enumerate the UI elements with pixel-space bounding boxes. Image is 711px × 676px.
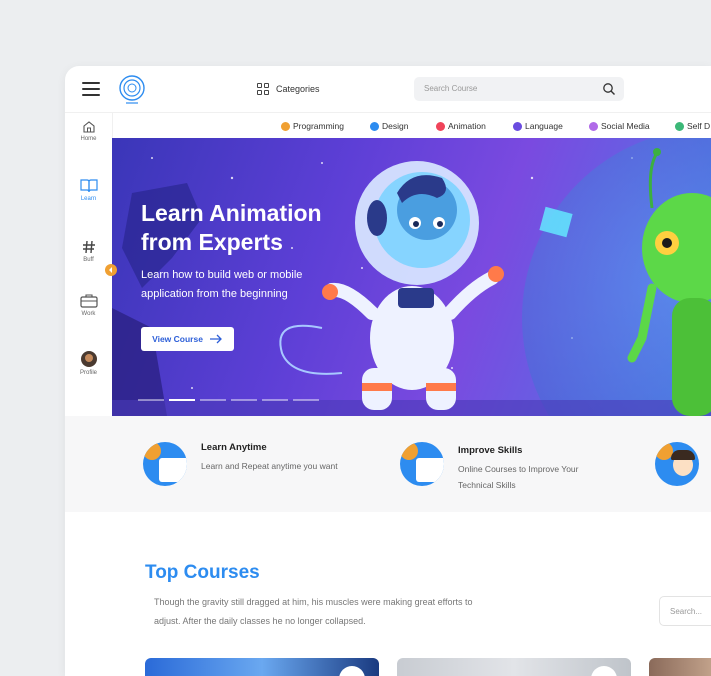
search-placeholder: Search Course (424, 84, 478, 93)
hero-title: Learn Animation from Experts (141, 200, 322, 255)
logo[interactable] (117, 74, 147, 106)
category-label: Design (382, 121, 409, 131)
category-label: Self D (687, 121, 711, 131)
bookmark-icon[interactable] (591, 666, 617, 676)
categories-label: Categories (276, 84, 320, 94)
view-course-label: View Course (152, 334, 203, 344)
hash-icon (82, 240, 95, 254)
language-icon (513, 121, 522, 131)
carousel-indicators (138, 399, 319, 401)
search-input[interactable]: Search Course (414, 77, 624, 101)
top-header: Categories Search Course (65, 66, 711, 112)
features-strip: Learn Anytime Learn and Repeat anytime y… (65, 416, 711, 512)
dollar-icon (675, 121, 684, 131)
feature-desc: Learn and Repeat anytime you want (201, 461, 338, 471)
categories-button[interactable]: Categories (257, 81, 320, 97)
grid-icon (257, 83, 269, 95)
category-label: Language (525, 121, 563, 131)
category-language[interactable]: Language (513, 121, 563, 131)
view-course-button[interactable]: View Course (141, 327, 234, 351)
app-window: Categories Search Course Programming Des… (65, 66, 711, 676)
feature-title: Improve Skills (458, 445, 523, 456)
animation-icon (436, 121, 445, 131)
sidebar-item-label: Profile (79, 370, 97, 376)
carousel-dot[interactable] (200, 399, 226, 401)
sidebar: Home Learn Buff Work Profile (65, 112, 113, 416)
code-icon (281, 121, 290, 131)
sidebar-item-label: Learn (80, 196, 97, 202)
sidebar-item-home[interactable]: Home (65, 120, 112, 142)
category-label: Social Media (601, 121, 650, 131)
category-label: Programming (293, 121, 345, 131)
course-card[interactable] (649, 658, 711, 676)
avatar (80, 351, 97, 367)
social-media-icon (589, 121, 598, 131)
sidebar-item-label: Buff (83, 257, 94, 263)
carousel-dot[interactable] (293, 399, 319, 401)
category-programming[interactable]: Programming (281, 121, 344, 131)
feature-desc: Online Courses to Improve Your Technical… (458, 464, 579, 490)
sidebar-item-buff[interactable]: Buff (65, 239, 112, 263)
star-icon (655, 442, 699, 486)
collapse-sidebar-button[interactable] (105, 264, 117, 276)
book-icon (79, 179, 98, 193)
bookmark-icon[interactable] (339, 666, 365, 676)
top-courses-description: Though the gravity still dragged at him,… (154, 597, 473, 626)
carousel-dot[interactable] (138, 399, 164, 401)
category-label: Animation (448, 121, 486, 131)
course-search-placeholder: Search... (670, 607, 703, 616)
category-social-media[interactable]: Social Media (589, 121, 650, 131)
menu-icon[interactable] (82, 82, 100, 96)
category-animation[interactable]: Animation (436, 121, 486, 131)
category-self-development[interactable]: Self D (675, 121, 710, 131)
design-icon (370, 121, 379, 131)
search-icon[interactable] (602, 82, 616, 96)
clock-icon (143, 442, 187, 486)
chart-icon (400, 442, 444, 486)
feature-title: Learn Anytime (201, 442, 267, 453)
sidebar-item-work[interactable]: Work (65, 293, 112, 317)
category-tabs: Programming Design Animation Language So… (65, 112, 711, 139)
arrow-right-icon (209, 334, 222, 344)
hero-banner: Learn Animation from Experts Learn how t… (112, 138, 711, 416)
course-card[interactable] (397, 658, 631, 676)
category-design[interactable]: Design (370, 121, 408, 131)
sidebar-item-profile[interactable]: Profile (65, 351, 112, 376)
carousel-dot[interactable] (169, 399, 195, 401)
hero-subtitle: Learn how to build web or mobile applica… (141, 269, 303, 300)
briefcase-icon (79, 294, 98, 308)
top-courses-title: Top Courses (145, 562, 260, 583)
home-icon (82, 121, 95, 133)
sidebar-item-learn[interactable]: Learn (65, 178, 112, 202)
sidebar-item-label: Home (80, 136, 97, 142)
carousel-dot[interactable] (231, 399, 257, 401)
carousel-dot[interactable] (262, 399, 288, 401)
course-card[interactable] (145, 658, 379, 676)
course-search-input[interactable]: Search... (659, 596, 711, 626)
sidebar-item-label: Work (81, 311, 96, 317)
